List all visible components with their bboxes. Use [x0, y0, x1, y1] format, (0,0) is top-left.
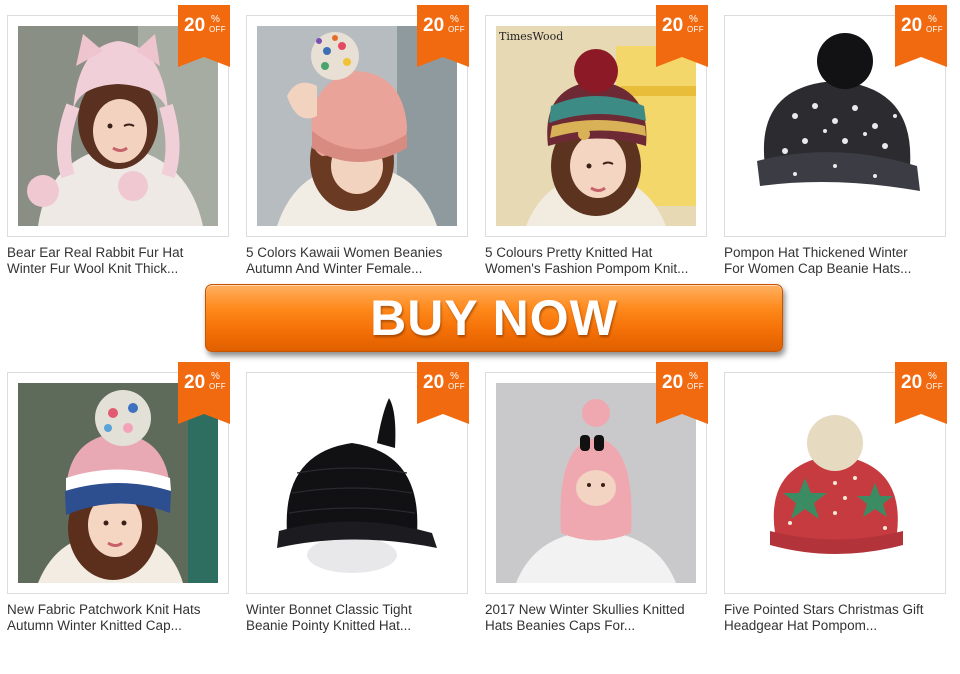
- discount-number: 20: [662, 372, 684, 393]
- product-title[interactable]: 5 Colors Kawaii Women Beanies Autumn And…: [246, 245, 478, 277]
- product-title[interactable]: Five Pointed Stars Christmas Gift Headge…: [724, 602, 956, 634]
- discount-number: 20: [423, 15, 445, 36]
- discount-percent: %: [689, 371, 698, 382]
- discount-percent: %: [450, 14, 459, 25]
- product-title[interactable]: New Fabric Patchwork Knit Hats Autumn Wi…: [7, 602, 239, 634]
- discount-number: 20: [423, 372, 445, 393]
- discount-percent: %: [211, 371, 220, 382]
- discount-off: OFF: [687, 25, 704, 34]
- discount-number: 20: [184, 15, 206, 36]
- discount-off: OFF: [209, 25, 226, 34]
- buy-now-label: BUY NOW: [370, 290, 618, 346]
- product-title[interactable]: Bear Ear Real Rabbit Fur Hat Winter Fur …: [7, 245, 239, 277]
- discount-percent: %: [211, 14, 220, 25]
- discount-percent: %: [689, 14, 698, 25]
- discount-off: OFF: [209, 382, 226, 391]
- discount-percent: %: [928, 371, 937, 382]
- discount-number: 20: [901, 15, 923, 36]
- discount-number: 20: [662, 15, 684, 36]
- discount-number: 20: [184, 372, 206, 393]
- product-title[interactable]: Pompon Hat Thickened Winter For Women Ca…: [724, 245, 956, 277]
- discount-off: OFF: [926, 382, 943, 391]
- buy-now-button[interactable]: BUY NOW: [205, 284, 783, 352]
- discount-percent: %: [928, 14, 937, 25]
- discount-badge: 20 % OFF: [895, 5, 947, 67]
- product-title[interactable]: 5 Colours Pretty Knitted Hat Women's Fas…: [485, 245, 717, 277]
- discount-badge: 20 % OFF: [417, 5, 469, 67]
- watermark-text: TimesWood: [499, 30, 563, 43]
- product-title[interactable]: Winter Bonnet Classic Tight Beanie Point…: [246, 602, 478, 634]
- discount-badge: 20 % OFF: [656, 5, 708, 67]
- discount-number: 20: [901, 372, 923, 393]
- discount-badge: 20 % OFF: [417, 362, 469, 424]
- discount-off: OFF: [687, 382, 704, 391]
- discount-badge: 20 % OFF: [895, 362, 947, 424]
- product-title[interactable]: 2017 New Winter Skullies Knitted Hats Be…: [485, 602, 717, 634]
- discount-percent: %: [450, 371, 459, 382]
- discount-badge: 20 % OFF: [178, 5, 230, 67]
- discount-badge: 20 % OFF: [656, 362, 708, 424]
- discount-off: OFF: [448, 382, 465, 391]
- discount-badge: 20 % OFF: [178, 362, 230, 424]
- discount-off: OFF: [448, 25, 465, 34]
- discount-off: OFF: [926, 25, 943, 34]
